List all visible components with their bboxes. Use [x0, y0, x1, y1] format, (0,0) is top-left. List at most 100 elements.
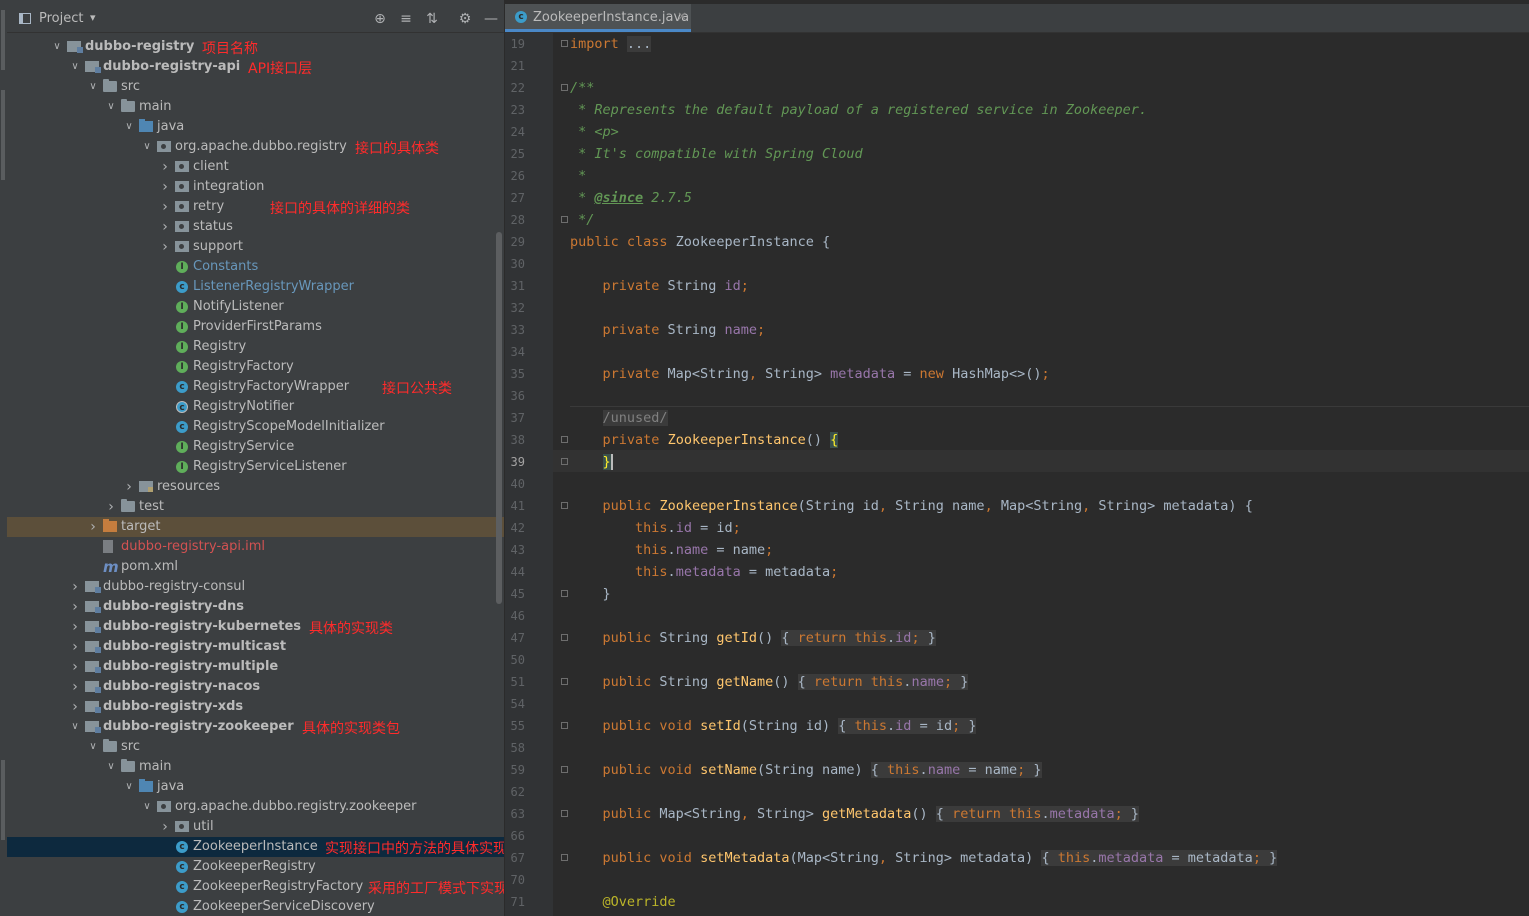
code-line[interactable]: public Map<String, String> getMetadata()…: [570, 803, 1140, 825]
fold-marker-icon[interactable]: [561, 678, 568, 685]
chevron-down-icon[interactable]: ∨: [69, 57, 81, 77]
code-line[interactable]: * <p>: [570, 121, 619, 143]
code-line[interactable]: public class ZookeeperInstance {: [570, 231, 830, 253]
code-line[interactable]: public void setMetadata(Map<String, Stri…: [570, 847, 1278, 869]
code-line[interactable]: this.metadata = metadata;: [570, 561, 838, 583]
code-line[interactable]: * It's compatible with Spring Cloud: [570, 143, 862, 165]
fold-marker-icon[interactable]: [561, 766, 568, 773]
chevron-right-icon[interactable]: ›: [69, 597, 81, 617]
code-line[interactable]: }: [570, 451, 613, 473]
code-line[interactable]: *: [570, 165, 586, 187]
tree-item[interactable]: › dubbo-registry-consul: [7, 577, 504, 597]
chevron-right-icon[interactable]: ›: [69, 577, 81, 597]
fold-marker-icon[interactable]: [561, 84, 568, 91]
code-line[interactable]: /unused/: [570, 407, 668, 429]
code-line[interactable]: private ZookeeperInstance() {: [570, 429, 839, 451]
tree-item[interactable]: › dubbo-registry-xds: [7, 697, 504, 717]
project-scrollbar[interactable]: [496, 232, 502, 604]
chevron-right-icon[interactable]: ›: [159, 177, 171, 197]
gear-icon[interactable]: ⚙: [456, 10, 474, 28]
tree-item[interactable]: › util: [7, 817, 504, 837]
code-line[interactable]: import ...: [570, 33, 652, 55]
code-line[interactable]: @Override: [570, 891, 676, 913]
fold-marker-icon[interactable]: [561, 854, 568, 861]
chevron-down-icon[interactable]: ∨: [87, 737, 99, 757]
tree-item[interactable]: ∨ java: [7, 777, 504, 797]
tree-item[interactable]: ∨ java: [7, 117, 504, 137]
fold-marker-icon[interactable]: [561, 810, 568, 817]
tree-item[interactable]: › resources: [7, 477, 504, 497]
chevron-right-icon[interactable]: ›: [159, 237, 171, 257]
fold-marker-icon[interactable]: [561, 590, 568, 597]
code-line[interactable]: private Map<String, String> metadata = n…: [570, 363, 1050, 385]
chevron-right-icon[interactable]: ›: [159, 197, 171, 217]
tree-item[interactable]: I Registry: [7, 337, 504, 357]
chevron-right-icon[interactable]: ›: [123, 477, 135, 497]
tree-item[interactable]: m pom.xml: [7, 557, 504, 577]
code-line[interactable]: */: [570, 209, 594, 231]
tree-item[interactable]: I NotifyListener: [7, 297, 504, 317]
fold-marker-icon[interactable]: [561, 40, 568, 47]
chevron-right-icon[interactable]: ›: [69, 677, 81, 697]
tree-item[interactable]: ∨ src: [7, 737, 504, 757]
fold-marker-icon[interactable]: [561, 216, 568, 223]
tree-item[interactable]: ∨ src: [7, 77, 504, 97]
tree-item[interactable]: c ZookeeperServiceDiscovery: [7, 897, 504, 916]
chevron-down-icon[interactable]: ∨: [141, 797, 153, 817]
code-line[interactable]: this.id = id;: [570, 517, 741, 539]
chevron-down-icon[interactable]: ∨: [105, 97, 117, 117]
fold-marker-icon[interactable]: [561, 458, 568, 465]
fold-marker-icon[interactable]: [561, 436, 568, 443]
chevron-down-icon[interactable]: ▾: [90, 11, 96, 24]
chevron-right-icon[interactable]: ›: [159, 217, 171, 237]
tree-item[interactable]: ∨ main: [7, 97, 504, 117]
tree-item[interactable]: c RegistryNotifier: [7, 397, 504, 417]
chevron-down-icon[interactable]: ∨: [87, 77, 99, 97]
tree-item[interactable]: › retry: [7, 197, 504, 217]
tree-item[interactable]: c ZookeeperRegistry: [7, 857, 504, 877]
tree-item[interactable]: › dubbo-registry-dns: [7, 597, 504, 617]
tree-item[interactable]: › integration: [7, 177, 504, 197]
chevron-down-icon[interactable]: ∨: [123, 117, 135, 137]
code-line[interactable]: }: [570, 583, 611, 605]
code-line[interactable]: public void setName(String name) { this.…: [570, 759, 1042, 781]
chevron-right-icon[interactable]: ›: [69, 697, 81, 717]
tree-item[interactable]: › test: [7, 497, 504, 517]
tree-item[interactable]: › status: [7, 217, 504, 237]
tree-item[interactable]: I ProviderFirstParams: [7, 317, 504, 337]
tree-item[interactable]: I Constants: [7, 257, 504, 277]
locate-file-icon[interactable]: ⊕: [371, 10, 389, 28]
tree-item[interactable]: ∨ main: [7, 757, 504, 777]
tree-item[interactable]: › support: [7, 237, 504, 257]
tree-item[interactable]: › dubbo-registry-kubernetes: [7, 617, 504, 637]
code-line[interactable]: * Represents the default payload of a re…: [570, 99, 1147, 121]
hide-panel-icon[interactable]: —: [482, 10, 500, 28]
tree-item[interactable]: › dubbo-registry-multiple: [7, 657, 504, 677]
tree-item[interactable]: c ListenerRegistryWrapper: [7, 277, 504, 297]
chevron-down-icon[interactable]: ∨: [141, 137, 153, 157]
code-line[interactable]: public ZookeeperInstance(String id, Stri…: [570, 495, 1253, 517]
chevron-down-icon[interactable]: ∨: [123, 777, 135, 797]
tree-item[interactable]: › dubbo-registry-multicast: [7, 637, 504, 657]
chevron-down-icon[interactable]: ∨: [105, 757, 117, 777]
code-line[interactable]: this.name = name;: [570, 539, 773, 561]
chevron-right-icon[interactable]: ›: [105, 497, 117, 517]
tree-item[interactable]: I RegistryService: [7, 437, 504, 457]
expand-all-icon[interactable]: ≡: [397, 10, 415, 28]
chevron-right-icon[interactable]: ›: [87, 517, 99, 537]
project-view-selector[interactable]: Project: [39, 11, 83, 26]
tree-item[interactable]: ∨ dubbo-registry-zookeeper: [7, 717, 504, 737]
chevron-right-icon[interactable]: ›: [159, 157, 171, 177]
fold-marker-icon[interactable]: [561, 502, 568, 509]
code-line[interactable]: public String getName() { return this.na…: [570, 671, 969, 693]
chevron-right-icon[interactable]: ›: [69, 637, 81, 657]
tree-item[interactable]: I RegistryFactory: [7, 357, 504, 377]
fold-marker-icon[interactable]: [561, 722, 568, 729]
code-line[interactable]: private String name;: [570, 319, 766, 341]
tree-item[interactable]: c RegistryScopeModelInitializer: [7, 417, 504, 437]
collapse-all-icon[interactable]: ⇅: [423, 10, 441, 28]
tree-item[interactable]: dubbo-registry-api.iml: [7, 537, 504, 557]
code-line[interactable]: /**: [570, 77, 594, 99]
code-line[interactable]: * @since 2.7.5: [570, 187, 692, 209]
editor-tab[interactable]: c ZookeeperInstance.java ×: [505, 4, 691, 32]
